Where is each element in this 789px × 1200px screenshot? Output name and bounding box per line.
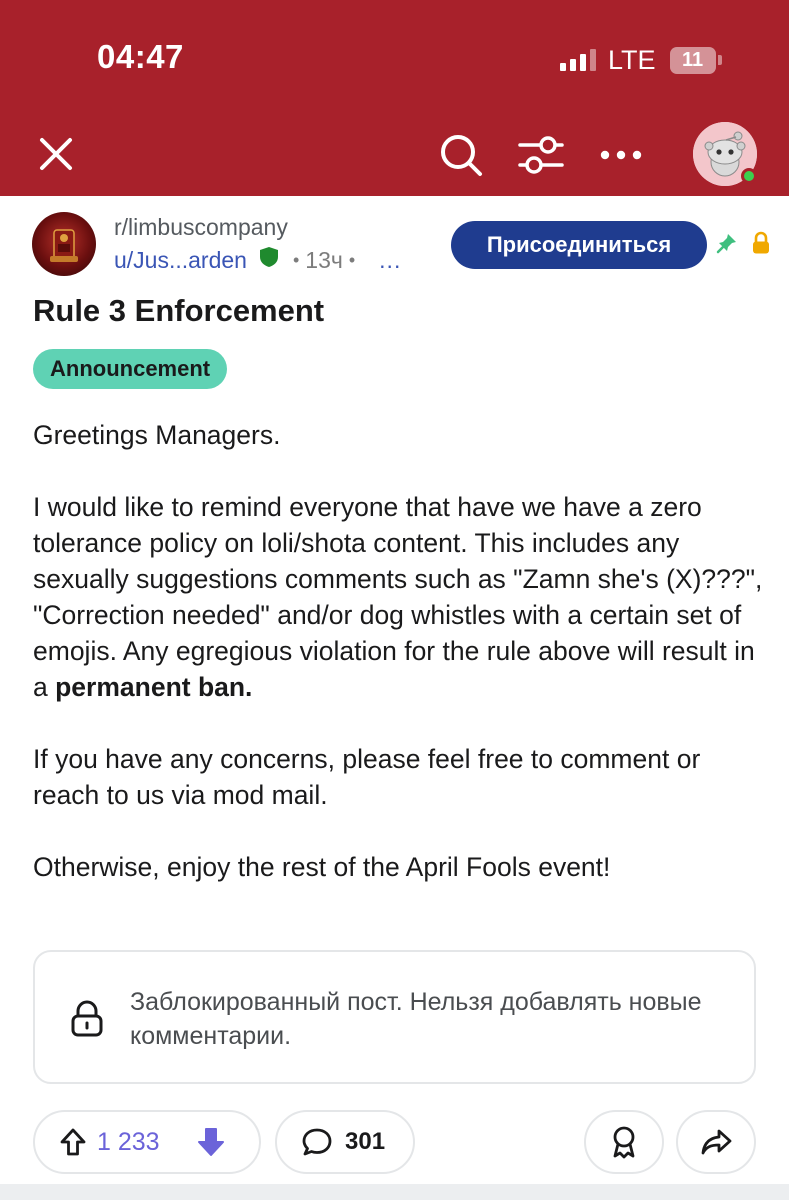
body-paragraph-1-text: I would like to remind everyone that hav… <box>33 492 763 702</box>
author-name[interactable]: u/Jus...arden <box>114 247 247 274</box>
search-button[interactable] <box>434 128 488 182</box>
battery-icon: 11 <box>669 46 716 74</box>
award-button[interactable] <box>584 1110 664 1174</box>
join-button[interactable]: Присоединиться <box>451 221 707 269</box>
close-button[interactable] <box>30 128 82 180</box>
lock-icon <box>750 231 772 260</box>
body-paragraph-1-bold: permanent ban. <box>55 672 253 702</box>
locked-notice-text: Заблокированный пост. Нельзя добавлять н… <box>130 988 702 1050</box>
vote-control: 1 233 <box>33 1110 261 1174</box>
moderator-shield-icon <box>259 246 279 274</box>
locked-notice: Заблокированный пост. Нельзя добавлять н… <box>33 950 756 1084</box>
post-flair[interactable]: Announcement <box>33 349 228 389</box>
downvote-icon <box>197 1128 224 1156</box>
body-greeting: Greetings Managers. <box>33 420 281 450</box>
award-icon <box>613 1126 635 1159</box>
meta-separator: • <box>292 249 300 270</box>
body-paragraph-1: I would like to remind everyone that hav… <box>33 489 763 705</box>
vote-count: 1 233 <box>97 1127 160 1156</box>
post-meta: u/Jus...arden • 13ч • ... <box>114 246 401 274</box>
post-body: Greetings Managers. I would like to remi… <box>33 417 763 921</box>
share-button[interactable] <box>676 1110 756 1174</box>
filter-button[interactable] <box>514 128 568 182</box>
post-title: Rule 3 Enforcement <box>33 293 325 328</box>
comment-count: 301 <box>345 1128 386 1155</box>
status-indicators: LTE 11 <box>560 42 722 78</box>
app-header: 04:47 LTE 11 <box>0 0 789 196</box>
battery-tip <box>717 55 722 65</box>
battery-level: 11 <box>681 48 704 71</box>
upvote-button[interactable] <box>59 1127 87 1157</box>
subreddit-logo-icon <box>50 229 78 262</box>
pin-icon <box>716 232 738 259</box>
locked-post-icon <box>69 1000 105 1043</box>
bottom-divider <box>0 1184 789 1200</box>
online-status-dot <box>741 168 757 184</box>
meta-separator-2: • <box>348 249 356 270</box>
subreddit-avatar[interactable] <box>32 212 96 276</box>
more-options-button[interactable] <box>594 128 648 182</box>
body-paragraph-2: If you have any concerns, please feel fr… <box>33 744 701 810</box>
subreddit-name[interactable]: r/limbuscompany <box>114 214 288 241</box>
author-more[interactable]: ... <box>379 247 401 274</box>
downvote-button[interactable] <box>196 1126 226 1158</box>
filter-icon <box>518 136 564 174</box>
user-avatar-button[interactable] <box>693 122 757 186</box>
more-icon <box>600 150 642 160</box>
post-age: 13ч <box>305 246 343 273</box>
comments-button[interactable]: 301 <box>275 1110 415 1174</box>
search-icon <box>441 135 482 176</box>
close-icon <box>40 138 72 170</box>
share-icon <box>701 1129 732 1155</box>
signal-icon <box>560 49 596 71</box>
network-label: LTE <box>608 44 656 75</box>
body-paragraph-3: Otherwise, enjoy the rest of the April F… <box>33 852 611 882</box>
status-time: 04:47 <box>97 38 184 75</box>
comment-icon <box>301 1127 333 1157</box>
upvote-icon <box>60 1128 86 1156</box>
